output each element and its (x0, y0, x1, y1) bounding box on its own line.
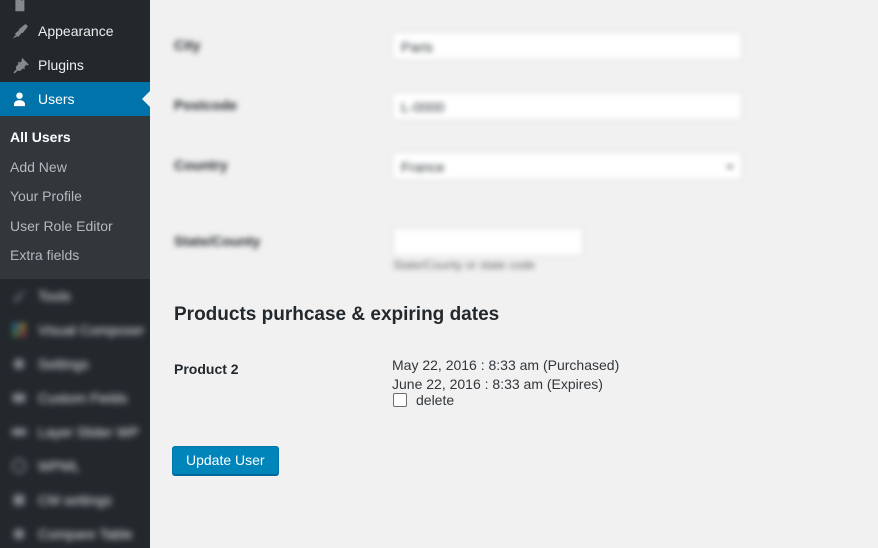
sidebar-item-cm-settings-label: CM settings (38, 493, 112, 507)
sidebar-item-all-users[interactable]: All Users (0, 123, 150, 153)
sidebar-item-visual-composer-label: Visual Composer (38, 323, 144, 337)
layer-slider-icon (9, 422, 29, 442)
current-menu-arrow-icon (142, 91, 150, 107)
wpml-icon (9, 456, 29, 476)
city-label: City (174, 37, 200, 53)
sidebar-item-extra-fields[interactable]: Extra fields (0, 241, 150, 271)
sidebar-item-plugins[interactable]: Plugins (0, 48, 150, 82)
delete-product-row[interactable]: delete (393, 392, 454, 408)
product-name-label: Product 2 (174, 361, 239, 377)
profile-form-content: City Paris Postcode L-0000 Country Franc… (150, 0, 878, 548)
tools-icon (9, 286, 29, 306)
sidebar-item-wpml-label: WPML (38, 459, 80, 473)
country-label: Country (174, 157, 228, 173)
users-submenu: All Users Add New Your Profile User Role… (0, 116, 150, 279)
sidebar-item-layer-slider[interactable]: Layer Slider WP (0, 415, 150, 449)
sidebar-item-cm-settings[interactable]: CM settings (0, 483, 150, 517)
sidebar-item-compare-table[interactable]: Compare Table (0, 517, 150, 548)
custom-fields-icon (9, 388, 29, 408)
country-select[interactable]: France (392, 152, 742, 180)
update-user-button[interactable]: Update User (172, 446, 279, 475)
cm-settings-icon (9, 490, 29, 510)
sidebar-item-your-profile[interactable]: Your Profile (0, 182, 150, 212)
sidebar-item-plugins-label: Plugins (38, 58, 84, 72)
sidebar-item-users-label: Users (38, 92, 75, 106)
user-icon (9, 89, 29, 109)
sidebar-item-wpml[interactable]: WPML (0, 449, 150, 483)
delete-checkbox-label: delete (416, 392, 454, 408)
city-input[interactable]: Paris (392, 32, 742, 60)
sidebar-item-user-role-editor[interactable]: User Role Editor (0, 212, 150, 242)
gear-icon (9, 354, 29, 374)
plug-icon (9, 55, 29, 75)
visual-composer-icon (9, 320, 29, 340)
sidebar-item-layer-slider-label: Layer Slider WP (38, 425, 139, 439)
compare-table-icon (9, 524, 29, 544)
purchased-date: May 22, 2016 : 8:33 am (Purchased) (392, 356, 619, 375)
sidebar-blurred-group: Tools Visual Composer Settings Custom Fi… (0, 279, 150, 548)
admin-sidebar: Appearance Plugins Users All Users Add (0, 0, 150, 548)
sidebar-item-appearance-label: Appearance (38, 24, 114, 38)
postcode-input[interactable]: L-0000 (392, 92, 742, 120)
sidebar-item-tools[interactable]: Tools (0, 279, 150, 313)
products-section-heading: Products purhcase & expiring dates (174, 304, 499, 326)
sidebar-item-custom-fields-label: Custom Fields (38, 391, 127, 405)
postcode-label: Postcode (174, 97, 237, 113)
wordpress-admin-screen: Appearance Plugins Users All Users Add (0, 0, 878, 548)
sidebar-item-partial-top[interactable] (0, 0, 150, 14)
state-county-help-text: State/County or state code (393, 258, 535, 272)
sidebar-item-add-new[interactable]: Add New (0, 153, 150, 183)
sidebar-item-users[interactable]: Users (0, 82, 150, 116)
sidebar-item-tools-label: Tools (38, 289, 71, 303)
chevron-down-icon (726, 165, 734, 170)
sidebar-item-compare-table-label: Compare Table (38, 527, 133, 541)
product-dates: May 22, 2016 : 8:33 am (Purchased) June … (392, 356, 619, 394)
paintbrush-icon (9, 21, 29, 41)
sidebar-item-visual-composer[interactable]: Visual Composer (0, 313, 150, 347)
sidebar-item-settings[interactable]: Settings (0, 347, 150, 381)
page-icon (9, 0, 29, 14)
state-county-input[interactable] (393, 228, 583, 256)
sidebar-item-appearance[interactable]: Appearance (0, 14, 150, 48)
state-county-label: State/County (174, 233, 260, 249)
sidebar-item-custom-fields[interactable]: Custom Fields (0, 381, 150, 415)
delete-checkbox[interactable] (393, 393, 407, 407)
sidebar-item-settings-label: Settings (38, 357, 89, 371)
